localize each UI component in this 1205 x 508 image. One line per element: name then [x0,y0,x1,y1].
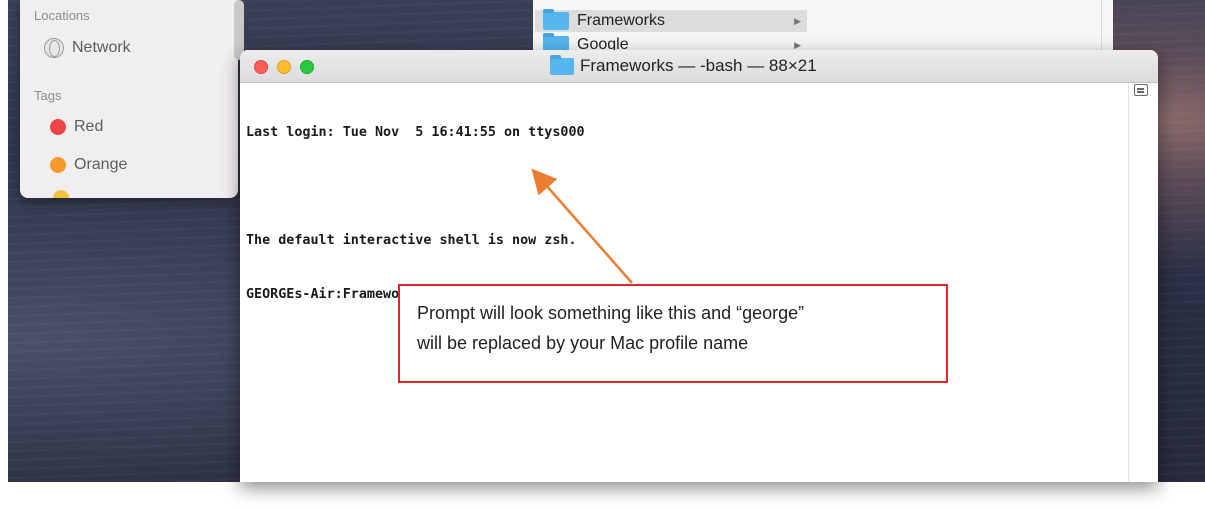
split-pane-icon[interactable] [1134,84,1148,96]
locations-section-label: Locations [34,8,90,23]
annotation-text: Prompt will look something like this and… [417,298,937,358]
terminal-window: Frameworks — -bash — 88×21 Last login: T… [240,50,1158,482]
annotation-line: Prompt will look something like this and… [417,303,805,323]
tags-section-label: Tags [34,88,62,103]
sidebar-tag-red[interactable]: Red [50,118,103,136]
close-window-button[interactable] [254,60,268,74]
window-title: Frameworks — -bash — 88×21 [550,54,817,76]
annotation-line: will be replaced by your Mac profile nam… [417,333,749,353]
sidebar-item-label: Network [72,39,131,56]
finder-row-label: Frameworks [577,12,666,29]
minimize-window-button[interactable] [277,60,291,74]
red-tag-dot-icon [50,119,66,135]
scroll-track [1128,83,1129,482]
annotation-callout: Prompt will look something like this and… [398,284,948,383]
sidebar-item-label: Orange [74,156,128,173]
chevron-right-icon: ▶ [794,39,801,50]
window-title-text: Frameworks — -bash — 88×21 [580,56,817,75]
terminal-line: Last login: Tue Nov 5 16:41:55 on ttys00… [246,125,585,140]
finder-sidebar: Locations Network Tags Red Orange [20,0,244,198]
terminal-line: The default interactive shell is now zsh… [246,233,577,248]
folder-icon [543,9,569,30]
zoom-window-button[interactable] [300,60,314,74]
sidebar-item-network[interactable]: Network [44,38,131,58]
sidebar-item-label: Red [74,118,104,135]
folder-icon [550,54,574,75]
orange-tag-dot-icon [50,157,66,173]
yellow-tag-dot-icon [53,190,69,198]
finder-row-frameworks[interactable]: Frameworks ▶ [535,9,807,32]
network-globe-icon [44,38,64,58]
chevron-right-icon: ▶ [794,15,801,26]
terminal-titlebar[interactable]: Frameworks — -bash — 88×21 [240,50,1158,83]
sidebar-tag-orange[interactable]: Orange [50,156,127,174]
